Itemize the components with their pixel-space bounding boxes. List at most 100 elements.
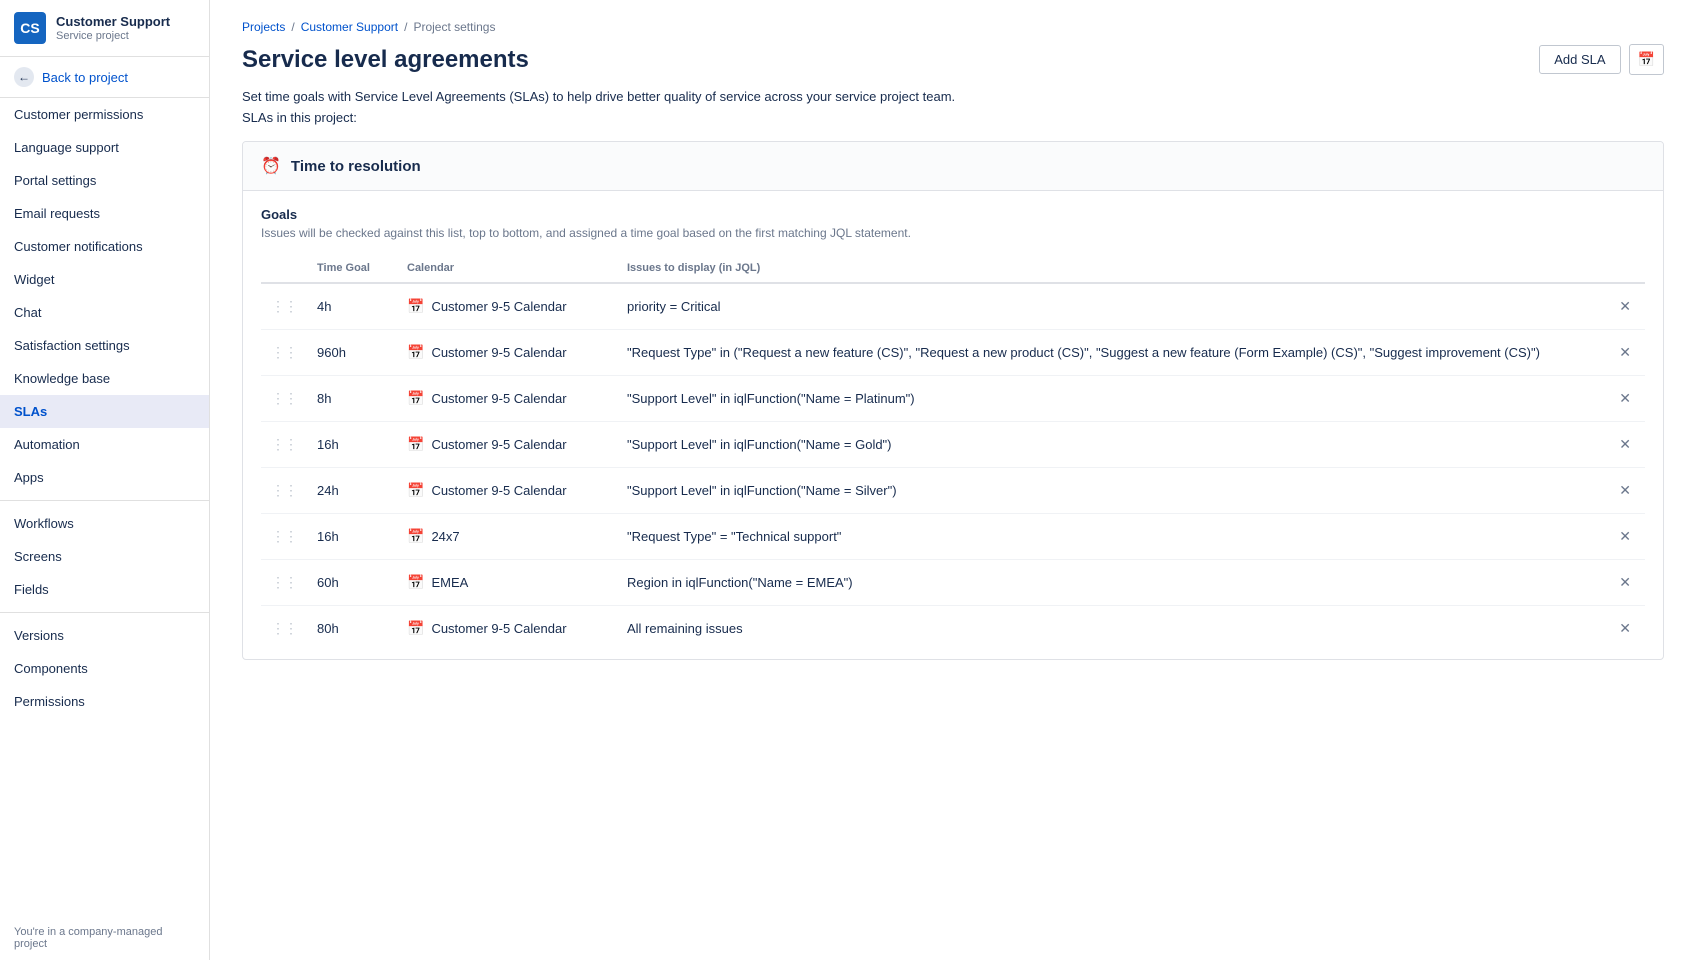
calendar-icon: 📅 (407, 298, 424, 315)
drag-handle[interactable]: ⋮⋮ (261, 606, 307, 652)
sla-goals-table: Time Goal Calendar Issues to display (in… (261, 254, 1645, 651)
calendar-icon: 📅 (407, 390, 424, 407)
goals-section: Goals Issues will be checked against thi… (243, 191, 1663, 659)
calendar-name: 24x7 (431, 529, 459, 544)
col-drag-header (261, 254, 307, 283)
time-goal-cell: 4h (307, 283, 397, 330)
time-goal-cell: 80h (307, 606, 397, 652)
jql-cell: "Support Level" in iqlFunction("Name = S… (617, 468, 1605, 514)
calendar-name: Customer 9-5 Calendar (431, 391, 566, 406)
sla-card-title: Time to resolution (291, 158, 421, 175)
sidebar-item-satisfaction-settings[interactable]: Satisfaction settings (0, 329, 209, 362)
table-row: ⋮⋮16h📅Customer 9-5 Calendar"Support Leve… (261, 422, 1645, 468)
table-row: ⋮⋮16h📅24x7"Request Type" = "Technical su… (261, 514, 1645, 560)
main-content: Projects / Customer Support / Project se… (210, 0, 1696, 960)
breadcrumb-projects[interactable]: Projects (242, 20, 285, 34)
page-title: Service level agreements (242, 46, 529, 74)
delete-row-button[interactable]: ✕ (1615, 618, 1635, 639)
drag-dots-icon: ⋮⋮ (271, 344, 297, 360)
calendar-cell: 📅Customer 9-5 Calendar (397, 283, 617, 330)
breadcrumb-customer-support[interactable]: Customer Support (301, 20, 398, 34)
delete-cell: ✕ (1605, 468, 1645, 514)
drag-handle[interactable]: ⋮⋮ (261, 330, 307, 376)
drag-handle[interactable]: ⋮⋮ (261, 422, 307, 468)
sidebar-item-automation[interactable]: Automation (0, 428, 209, 461)
drag-handle[interactable]: ⋮⋮ (261, 376, 307, 422)
table-body: ⋮⋮4h📅Customer 9-5 Calendarpriority = Cri… (261, 283, 1645, 651)
delete-cell: ✕ (1605, 283, 1645, 330)
delete-cell: ✕ (1605, 606, 1645, 652)
project-subtitle: Service project (56, 30, 170, 42)
sidebar-item-versions[interactable]: Versions (0, 619, 209, 652)
delete-cell: ✕ (1605, 376, 1645, 422)
drag-dots-icon: ⋮⋮ (271, 436, 297, 452)
time-goal-cell: 960h (307, 330, 397, 376)
col-calendar-header: Calendar (397, 254, 617, 283)
jql-cell: "Support Level" in iqlFunction("Name = P… (617, 376, 1605, 422)
delete-cell: ✕ (1605, 330, 1645, 376)
delete-cell: ✕ (1605, 514, 1645, 560)
drag-handle[interactable]: ⋮⋮ (261, 514, 307, 560)
sidebar-item-apps[interactable]: Apps (0, 461, 209, 494)
drag-dots-icon: ⋮⋮ (271, 298, 297, 314)
delete-row-button[interactable]: ✕ (1615, 342, 1635, 363)
calendar-cell: 📅Customer 9-5 Calendar (397, 330, 617, 376)
calendar-name: Customer 9-5 Calendar (431, 483, 566, 498)
table-row: ⋮⋮24h 📅 Customer 9-5 Calendar "Support Leve… (261, 468, 1645, 514)
sidebar-item-portal-settings[interactable]: Portal settings (0, 164, 209, 197)
project-logo: CS (14, 12, 46, 44)
sidebar-item-email-requests[interactable]: Email requests (0, 197, 209, 230)
jql-cell: "Request Type" in ("Request a new featur… (617, 330, 1605, 376)
sla-card-time-to-resolution: ⏰ Time to resolution Goals Issues will b… (242, 141, 1664, 660)
delete-row-button[interactable]: ✕ (1615, 388, 1635, 409)
calendar-name: Customer 9-5 Calendar (431, 345, 566, 360)
drag-handle[interactable]: ⋮⋮ (261, 283, 307, 330)
sidebar-nav-config: Workflows Screens Fields (0, 507, 209, 606)
sidebar-item-components[interactable]: Components (0, 652, 209, 685)
delete-row-button[interactable]: ✕ (1615, 572, 1635, 593)
sidebar-item-workflows[interactable]: Workflows (0, 507, 209, 540)
back-icon: ← (14, 67, 34, 87)
sidebar-item-slas[interactable]: SLAs (0, 395, 209, 428)
calendar-cell: 📅 Customer 9-5 Calendar (397, 376, 617, 422)
delete-row-button[interactable]: ✕ (1615, 526, 1635, 547)
sidebar-item-language-support[interactable]: Language support (0, 131, 209, 164)
drag-handle[interactable]: ⋮⋮ (261, 468, 307, 514)
col-time-goal-header: Time Goal (307, 254, 397, 283)
jql-cell: priority = Critical (617, 283, 1605, 330)
breadcrumb-project-settings: Project settings (413, 20, 495, 34)
delete-cell: ✕ (1605, 422, 1645, 468)
add-sla-button[interactable]: Add SLA (1539, 45, 1620, 74)
time-goal-cell: 24h (307, 468, 397, 514)
time-goal-cell: 16h (307, 514, 397, 560)
divider-1 (0, 500, 209, 501)
sidebar-item-chat[interactable]: Chat (0, 296, 209, 329)
sidebar-item-widget[interactable]: Widget (0, 263, 209, 296)
sidebar-item-permissions[interactable]: Permissions (0, 685, 209, 718)
delete-row-button[interactable]: ✕ (1615, 434, 1635, 455)
page-description: Set time goals with Service Level Agreem… (242, 89, 1664, 104)
page-header: Service level agreements Add SLA 📅 (242, 44, 1664, 75)
calendar-icon: 📅 (407, 528, 424, 545)
sidebar: CS Customer Support Service project ← Ba… (0, 0, 210, 960)
drag-handle[interactable]: ⋮⋮ (261, 560, 307, 606)
delete-row-button[interactable]: ✕ (1615, 480, 1635, 501)
table-row: ⋮⋮ 960h📅Customer 9-5 Calendar"Request Typ… (261, 330, 1645, 376)
back-to-project[interactable]: ← Back to project (0, 57, 209, 98)
jql-cell: Region in iqlFunction("Name = EMEA") (617, 560, 1605, 606)
sidebar-item-customer-notifications[interactable]: Customer notifications (0, 230, 209, 263)
calendar-icon: 📅 (407, 482, 424, 499)
jql-cell: "Support Level" in iqlFunction("Name = G… (617, 422, 1605, 468)
calendar-cell: 📅EMEA (397, 560, 617, 606)
sidebar-item-knowledge-base[interactable]: Knowledge base (0, 362, 209, 395)
delete-row-button[interactable]: ✕ (1615, 296, 1635, 317)
sidebar-item-customer-permissions[interactable]: Customer permissions (0, 98, 209, 131)
table-row: ⋮⋮8h 📅 Customer 9-5 Calendar "Support Level… (261, 376, 1645, 422)
sidebar-item-screens[interactable]: Screens (0, 540, 209, 573)
sidebar-item-fields[interactable]: Fields (0, 573, 209, 606)
project-title: Customer Support (56, 14, 170, 31)
clock-icon: ⏰ (261, 156, 281, 176)
time-goal-cell: 8h (307, 376, 397, 422)
calendar-name: EMEA (431, 575, 468, 590)
calendar-settings-button[interactable]: 📅 (1629, 44, 1664, 75)
